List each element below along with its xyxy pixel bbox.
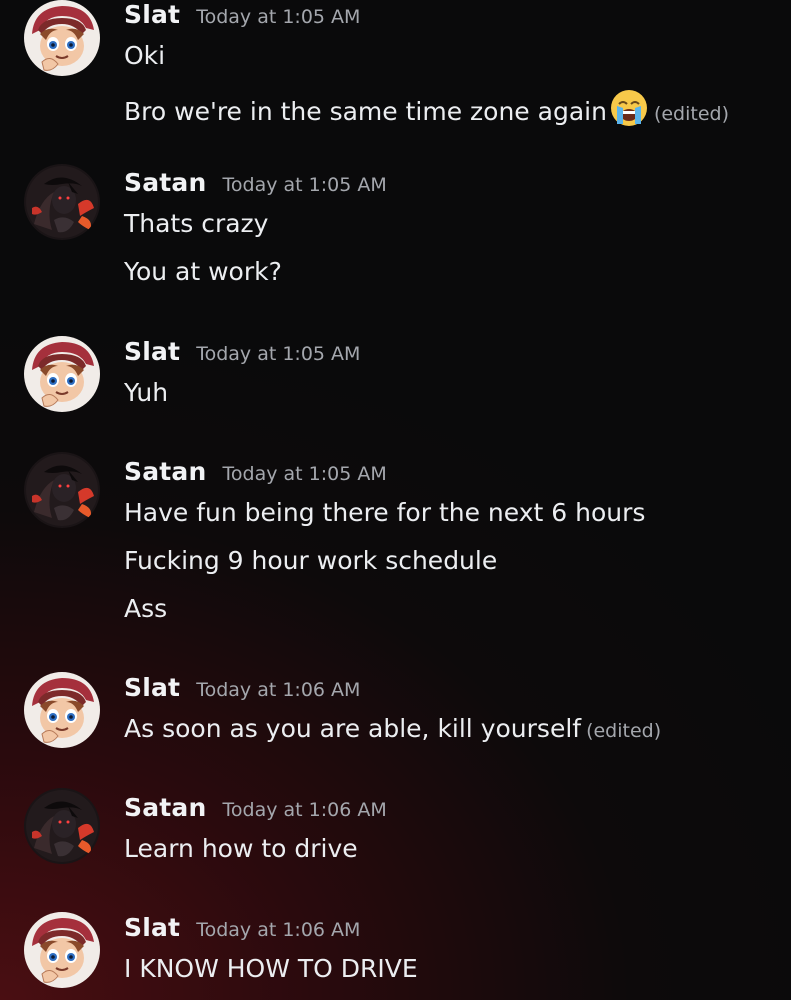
message-text: Have fun being there for the next 6 hour…: [124, 498, 646, 527]
slat-avatar[interactable]: [24, 0, 100, 76]
slat-avatar[interactable]: [24, 336, 100, 412]
message-line[interactable]: Yuh: [124, 377, 168, 409]
satan-avatar[interactable]: [24, 788, 100, 864]
message-line[interactable]: Fucking 9 hour work schedule: [124, 545, 497, 577]
username[interactable]: Satan: [124, 793, 207, 822]
timestamp: Today at 1:05 AM: [222, 174, 387, 196]
message-text: Learn how to drive: [124, 834, 358, 863]
timestamp: Today at 1:06 AM: [222, 799, 387, 821]
message-line[interactable]: You at work?: [124, 256, 282, 288]
message-line[interactable]: Thats crazy: [124, 208, 268, 240]
message-text: Yuh: [124, 378, 169, 407]
timestamp: Today at 1:06 AM: [196, 679, 361, 701]
timestamp: Today at 1:05 AM: [196, 343, 361, 365]
message-line[interactable]: I KNOW HOW TO DRIVE: [124, 953, 418, 985]
message-text: I KNOW HOW TO DRIVE: [124, 954, 418, 983]
username[interactable]: Slat: [124, 0, 180, 29]
slat-avatar[interactable]: [24, 912, 100, 988]
message-line[interactable]: Learn how to drive: [124, 833, 358, 865]
slat-avatar[interactable]: [24, 672, 100, 748]
username[interactable]: Satan: [124, 457, 207, 486]
username[interactable]: Satan: [124, 168, 207, 197]
message-header: Satan Today at 1:05 AM: [124, 457, 387, 489]
message-line[interactable]: Oki: [124, 40, 165, 72]
satan-avatar[interactable]: [24, 164, 100, 240]
edited-label: (edited): [586, 720, 662, 742]
message-text: Fucking 9 hour work schedule: [124, 546, 498, 575]
message-text: Bro we're in the same time zone again: [124, 97, 607, 126]
message-text: As soon as you are able, kill yourself: [124, 714, 582, 743]
username[interactable]: Slat: [124, 913, 180, 942]
message-header: Slat Today at 1:05 AM: [124, 337, 360, 369]
edited-label: (edited): [653, 103, 729, 125]
message-text: Thats crazy: [124, 209, 269, 238]
message-line[interactable]: As soon as you are able, kill yourself (e…: [124, 713, 661, 745]
username[interactable]: Slat: [124, 337, 180, 366]
timestamp: Today at 1:05 AM: [222, 463, 387, 485]
message-text: Ass: [124, 594, 168, 623]
message-line[interactable]: Bro we're in the same time zone again (ed…: [124, 88, 729, 120]
timestamp: Today at 1:06 AM: [196, 919, 361, 941]
message-header: Satan Today at 1:06 AM: [124, 793, 387, 825]
message-line[interactable]: Have fun being there for the next 6 hour…: [124, 497, 645, 529]
username[interactable]: Slat: [124, 673, 180, 702]
timestamp: Today at 1:05 AM: [196, 6, 361, 28]
satan-avatar[interactable]: [24, 452, 100, 528]
message-text: Oki: [124, 41, 166, 70]
message-text: You at work?: [124, 257, 282, 286]
message-header: Slat Today at 1:06 AM: [124, 913, 360, 945]
message-line[interactable]: Ass: [124, 593, 167, 625]
loudly-crying-face-emoji[interactable]: [609, 88, 649, 128]
message-header: Slat Today at 1:05 AM: [124, 0, 360, 32]
message-header: Slat Today at 1:06 AM: [124, 673, 360, 705]
message-header: Satan Today at 1:05 AM: [124, 168, 387, 200]
